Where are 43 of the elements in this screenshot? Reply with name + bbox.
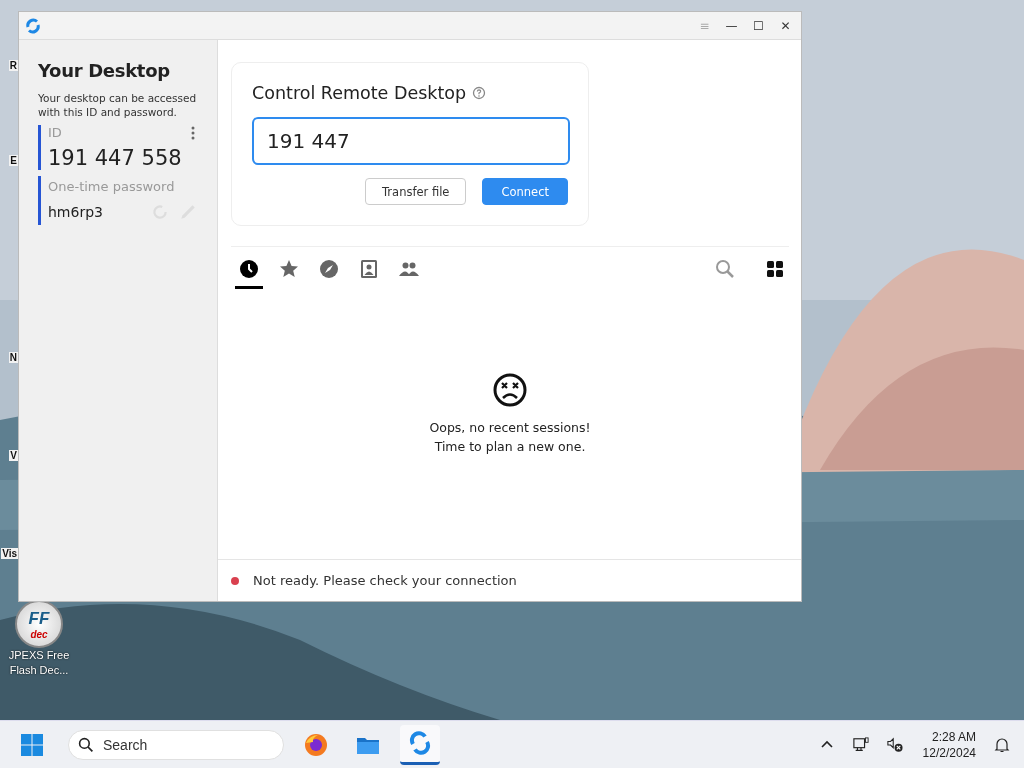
search-icon[interactable] — [715, 259, 735, 279]
id-label: ID — [48, 125, 62, 140]
start-icon[interactable] — [20, 732, 44, 757]
desktop-icon-label: E — [9, 155, 18, 166]
browser-icon — [304, 732, 328, 757]
sidebar-title: Your Desktop — [38, 60, 171, 81]
network-icon[interactable] — [852, 736, 869, 753]
password-label: One-time password — [48, 179, 175, 194]
empty-state-message: Oops, no recent sessions! — [429, 419, 591, 437]
app-logo-icon — [408, 731, 432, 755]
taskbar-app-button[interactable] — [400, 724, 440, 765]
window-control-button[interactable]: — — [722, 18, 741, 33]
sad-face-icon — [492, 372, 528, 408]
desktop-icon-label: V — [9, 450, 18, 461]
remote-id-field[interactable]: 191 447 — [252, 117, 570, 165]
tab[interactable] — [235, 259, 263, 289]
clock-icon — [239, 259, 259, 279]
desktop-icon-label[interactable]: JPEXS Free Flash Dec... — [4, 648, 74, 678]
search-icon — [78, 736, 94, 753]
speaker-muted-icon[interactable] — [886, 736, 903, 753]
app-logo-icon — [25, 17, 41, 34]
transfer-file-button[interactable]: Transfer file — [365, 178, 467, 205]
contact-card-icon — [359, 259, 379, 279]
desktop-icon-label: R — [8, 60, 18, 71]
status-text: Not ready. Please check your connection — [253, 573, 517, 588]
password-value: hm6rp3 — [48, 204, 104, 220]
star-icon — [279, 259, 299, 279]
clock-date[interactable]: 12/2/2024 — [922, 744, 976, 761]
taskbar-search-field[interactable]: Search — [68, 729, 284, 760]
more-options-icon[interactable] — [191, 125, 195, 140]
id-value: 191 447 558 — [48, 146, 183, 170]
help-icon[interactable] — [472, 86, 487, 100]
card-title: Control Remote Desktop — [252, 83, 467, 103]
desktop-icon-label: Vis — [1, 548, 18, 559]
window-control-button[interactable]: ✕ — [776, 18, 795, 33]
bell-icon[interactable] — [994, 736, 1010, 753]
empty-state-message: Time to plan a new one. — [434, 438, 586, 456]
sidebar-description: Your desktop can be accessed with this ID and password. — [38, 91, 197, 119]
desktop-icon-label: N — [8, 352, 18, 363]
compass-icon — [319, 259, 339, 279]
window-control-button[interactable]: ☐ — [749, 18, 768, 33]
clock-time[interactable]: 2:28 AM — [931, 728, 976, 745]
grid-view-icon[interactable] — [765, 259, 785, 279]
